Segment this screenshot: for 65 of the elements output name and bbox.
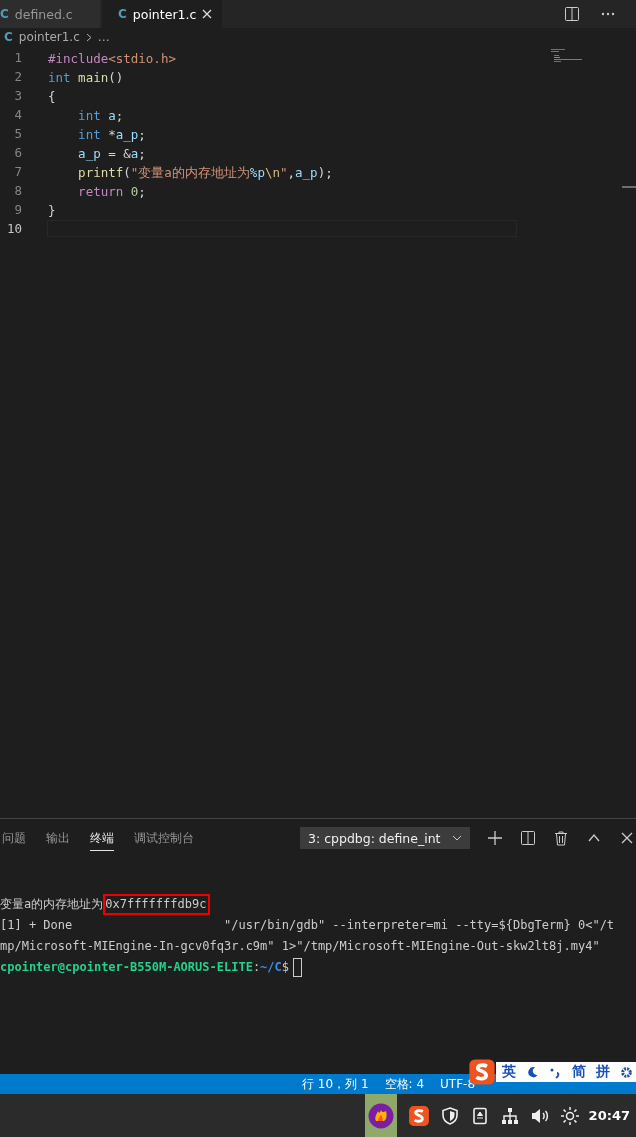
network-icon[interactable] — [499, 1105, 520, 1126]
split-terminal-icon[interactable] — [520, 830, 536, 846]
breadcrumb-item[interactable]: … — [97, 30, 110, 44]
line-number: 4 — [13, 107, 22, 122]
prompt-symbol: $ — [281, 959, 290, 976]
language-toggle[interactable]: 英 — [502, 1063, 516, 1081]
code-line: { — [47, 88, 57, 104]
line-number: 9 — [13, 202, 22, 217]
line-number: 6 — [13, 145, 22, 160]
c-file-icon: C — [4, 30, 13, 44]
tab-label: defined.c — [14, 6, 73, 22]
settings-icon[interactable] — [620, 1065, 633, 1079]
trash-icon[interactable] — [553, 830, 569, 846]
panel-tab[interactable]: 问题 — [2, 825, 26, 851]
split-editor-icon[interactable] — [564, 6, 580, 22]
c-file-icon: C — [0, 7, 9, 21]
line-number: 5 — [13, 126, 22, 141]
plus-icon[interactable] — [487, 830, 503, 846]
code-line: return 0; — [77, 183, 147, 199]
ime-option[interactable]: 简 — [572, 1063, 586, 1081]
status-item[interactable]: 空格: 4 — [384, 1075, 425, 1093]
prompt-separator: : — [252, 959, 261, 976]
code-line: a_p = &a; — [77, 145, 147, 161]
input-method-icon[interactable] — [407, 1104, 430, 1127]
chevron-down-icon — [452, 835, 462, 841]
close-icon[interactable] — [619, 830, 635, 846]
line-number: 10 — [5, 221, 22, 236]
terminal-output: 变量a的内存地址为 — [0, 896, 104, 913]
terminal-select[interactable]: 3: cppdbg: define_int — [300, 827, 470, 849]
moon-icon[interactable] — [526, 1065, 539, 1079]
app-button[interactable] — [364, 1094, 397, 1137]
c-file-icon: C — [118, 7, 127, 21]
breadcrumb-item[interactable]: pointer1.c — [18, 30, 80, 44]
panel-tab[interactable]: 输出 — [46, 825, 70, 851]
terminal-output: [1] + Done "/usr/bin/gdb" --interpreter=mi --tty=${DbgTerm} 0<"/t — [0, 917, 615, 934]
line-number: 7 — [13, 164, 22, 179]
ime-option[interactable]: 拼 — [596, 1063, 610, 1081]
shield-icon[interactable] — [439, 1105, 460, 1126]
code-line: int *a_p; — [77, 126, 147, 142]
scrollbar-thumb[interactable] — [622, 186, 636, 188]
close-icon[interactable] — [202, 9, 213, 19]
line-number: 3 — [13, 88, 22, 103]
panel-tab[interactable]: 终端 — [90, 825, 114, 851]
tab-label: pointer1.c — [132, 6, 197, 22]
panel-tab[interactable]: 调试控制台 — [134, 825, 194, 851]
chevron-icon — [85, 32, 92, 42]
editor-tab[interactable]: C pointer1.c — [102, 0, 222, 28]
terminal-cursor — [293, 958, 303, 977]
line-number: 2 — [13, 69, 22, 84]
code-line: printf("变量a的内存地址为%p\n",a_p); — [77, 164, 334, 180]
prompt-user: cpointer@cpointer-B550M-AORUS-ELITE — [0, 959, 253, 976]
code-line: #include<stdio.h> — [47, 50, 177, 66]
line-number: 8 — [13, 183, 22, 198]
code-line: int main() — [47, 69, 125, 85]
clock[interactable]: 20:47 — [588, 1108, 630, 1123]
prompt-path: ~/C — [260, 959, 282, 976]
status-item[interactable]: 行 10，列 1 — [302, 1075, 369, 1093]
terminal-output: mp/Microsoft-MIEngine-In-gcv0fq3r.c9m" 1>"/tmp/Microsoft-MIEngine-Out-skw2lt8j.my4" — [0, 938, 600, 955]
code-line: } — [47, 202, 57, 218]
highlighted-address: 0x7fffffffdb9c — [103, 894, 211, 915]
line-number: 1 — [13, 50, 22, 65]
flame-app-icon — [367, 1102, 394, 1129]
editor-tab[interactable]: C defined.c — [0, 0, 100, 28]
code-line: int a; — [77, 107, 125, 123]
brightness-icon[interactable] — [559, 1105, 580, 1126]
